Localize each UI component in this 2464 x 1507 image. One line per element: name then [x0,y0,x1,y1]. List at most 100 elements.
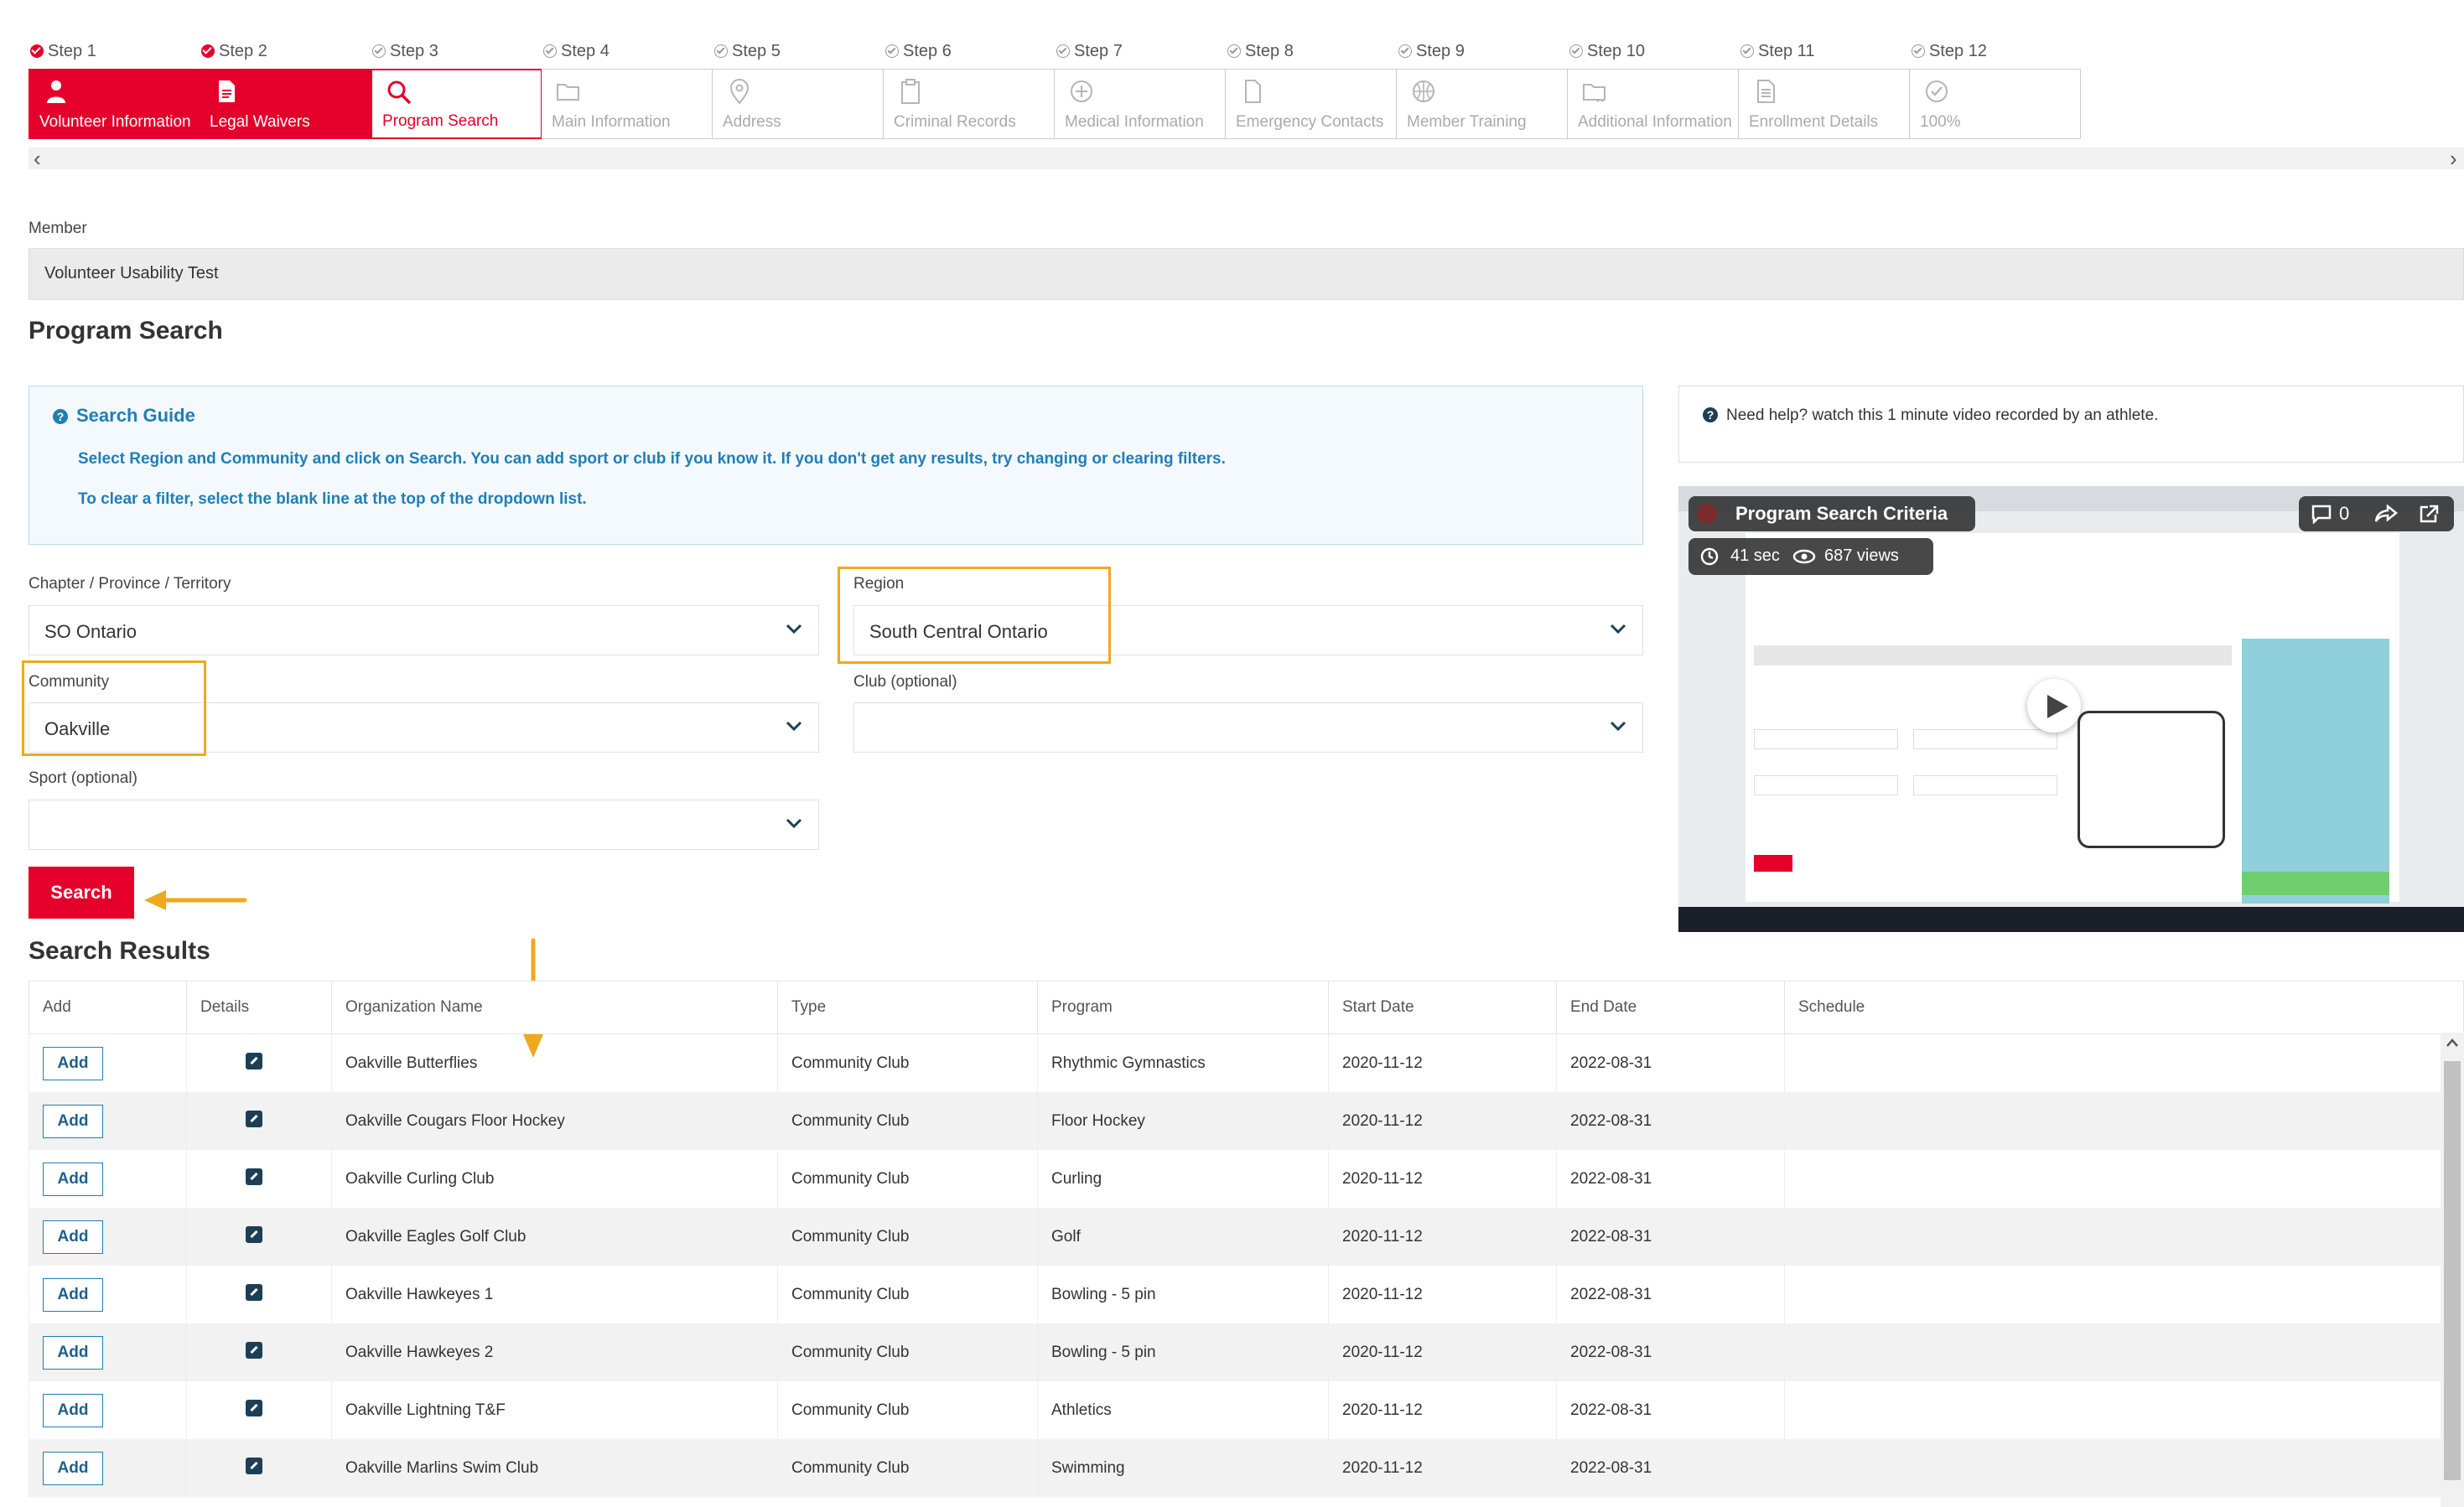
details-cell [186,1150,332,1208]
end-date-cell: 2022-08-31 [1556,1323,1785,1381]
open-external-icon[interactable] [2418,504,2440,524]
type-cell: Community Club [777,1381,1038,1439]
add-button[interactable]: Add [43,1162,103,1196]
sport-select[interactable] [29,800,819,850]
comment-icon[interactable] [2311,504,2332,524]
end-date-cell: 2022-08-31 [1556,1266,1785,1323]
step-4-tab[interactable]: Main Information [542,69,713,139]
check-pending-icon [1569,44,1583,58]
program-cell: Bowling - 5 pin [1037,1266,1329,1323]
column-header-schedule[interactable]: Schedule [1784,981,2464,1034]
video-title: Program Search Criteria [1735,503,1948,524]
edit-icon[interactable] [246,1399,262,1416]
step-5-tab[interactable]: Address [713,69,884,139]
step-number: Step 3 [390,42,438,60]
program-cell: Swimming [1037,1439,1329,1497]
edit-icon[interactable] [246,1168,262,1185]
scroll-right-arrow[interactable]: › [2450,148,2457,169]
club-select[interactable] [853,702,1643,753]
edit-icon[interactable] [246,1457,262,1474]
add-cell: Add [29,1092,187,1150]
step-2-tab[interactable]: Legal Waivers [200,69,371,139]
chevron-up-icon[interactable] [2446,1038,2459,1048]
column-header-end-date[interactable]: End Date [1556,981,1785,1034]
add-cell: Add [29,1266,187,1323]
help-video[interactable]: Program Search Criteria 41 sec 687 views… [1678,486,2464,932]
add-button[interactable]: Add [43,1451,103,1485]
edit-icon[interactable] [246,1225,262,1243]
edit-icon[interactable] [246,1341,262,1359]
chapter-select[interactable]: SO Ontario [29,605,819,655]
search-button[interactable]: Search [29,867,134,919]
step-label-3: Step 3 [372,42,438,61]
add-button[interactable]: Add [43,1277,103,1312]
results-scrollbar-thumb[interactable] [2444,1061,2461,1480]
add-button[interactable]: Add [43,1220,103,1254]
add-button[interactable]: Add [43,1104,103,1138]
step-6-tab[interactable]: Criminal Records [884,69,1055,139]
column-header-type[interactable]: Type [777,981,1038,1034]
step-9-tab[interactable]: Member Training [1397,69,1568,139]
check-pending-icon [372,44,386,58]
video-select-3 [1754,775,1898,795]
chevron-down-icon [786,624,802,634]
eye-icon [1792,549,1816,564]
type-cell: Community Club [777,1150,1038,1208]
search-guide-title: Search Guide [76,405,195,426]
check-pending-icon [714,44,728,58]
column-header-details[interactable]: Details [186,981,332,1034]
stepper-scrollbar[interactable] [29,148,2464,169]
details-cell [186,1208,332,1266]
step-number: Step 1 [48,42,96,60]
schedule-cell [1784,1266,2464,1323]
end-date-cell: 2022-08-31 [1556,1439,1785,1497]
end-date-cell: 2022-08-31 [1556,1381,1785,1439]
step-name: Additional Information [1578,113,1732,131]
search-guide-heading: ? Search Guide [53,405,195,427]
step-label-1: Step 1 [30,42,96,61]
organization-name-cell: Oakville Lightning T&F [331,1381,778,1439]
member-field: Volunteer Usability Test [29,248,2464,300]
search-guide-panel: ? Search Guide Select Region and Communit… [29,386,1643,545]
type-cell: Community Club [777,1266,1038,1323]
table-row: Add Oakville Lightning T&F Community Club A… [29,1381,2464,1439]
edit-icon[interactable] [246,1283,262,1301]
column-header-organization[interactable]: Organization Name [331,981,778,1034]
check-pending-icon [543,44,557,58]
column-header-start-date[interactable]: Start Date [1328,981,1557,1034]
step-label-11: Step 11 [1740,42,1814,61]
start-date-cell: 2020-11-12 [1328,1208,1557,1266]
edit-icon[interactable] [246,1052,262,1069]
add-button[interactable]: Add [43,1046,103,1080]
video-play-button[interactable] [2027,679,2081,733]
add-button[interactable]: Add [43,1335,103,1370]
column-header-add[interactable]: Add [29,981,187,1034]
step-name: Member Training [1407,113,1527,131]
results-title: Search Results [29,937,210,965]
step-8-tab[interactable]: Emergency Contacts [1226,69,1397,139]
results-scrollbar[interactable] [2441,1033,2464,1507]
add-button[interactable]: Add [43,1393,103,1427]
step-number: Step 2 [219,42,267,60]
program-cell: Rhythmic Gymnastics [1037,1033,1329,1092]
help-panel: ? Need help? watch this 1 minute video re… [1678,386,2464,463]
step-10-tab[interactable]: Additional Information [1568,69,1739,139]
step-7-tab[interactable]: Medical Information [1055,69,1226,139]
step-number: Step 10 [1587,42,1645,60]
step-3-tab[interactable]: Program Search [371,69,542,139]
scroll-left-arrow[interactable]: ‹ [34,148,41,169]
step-number: Step 11 [1758,42,1815,60]
share-icon[interactable] [2374,504,2398,524]
start-date-cell: 2020-11-12 [1328,1092,1557,1150]
edit-icon[interactable] [246,1110,262,1127]
step-12-tab[interactable]: 100% [1910,69,2081,139]
step-number: Step 5 [732,42,781,60]
details-cell [186,1092,332,1150]
check-pending-icon [1740,44,1754,58]
column-header-program[interactable]: Program [1037,981,1329,1034]
step-11-tab[interactable]: Enrollment Details [1739,69,1910,139]
step-label-9: Step 9 [1398,42,1465,61]
organization-name-cell: Oakville Cougars Floor Hockey [331,1092,778,1150]
end-date-cell: 2022-08-31 [1556,1208,1785,1266]
step-1-tab[interactable]: Volunteer Information [29,69,200,139]
